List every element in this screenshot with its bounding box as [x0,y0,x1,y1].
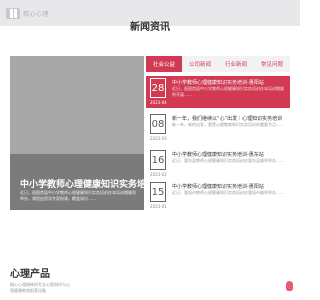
tab-social-welfare[interactable]: 社会公益 [146,56,182,72]
news-item[interactable]: 16 2023-02 中小学教师心理健康知识实务培训-惠东站 近日，惠东县教师心… [146,148,290,180]
news-item[interactable]: 28 2023-04 中小学教师心理健康知识实务培训-惠阳站 近日，祖国首届中小… [146,76,290,108]
logo-text: 精心心理 [23,11,50,18]
products-section-desc: 精心心理精神科专业心理测评与心理健康教育配套设备 [10,282,70,293]
news-desc: 新一年，新的出发，更是心理教育知识实务培训的重要节点…… [172,122,284,127]
featured-news-title[interactable]: 中小学教师心理健康知识实务培训 [20,177,144,190]
news-title[interactable]: 中小学教师心理健康知识实务培训-惠东站 [172,151,286,158]
featured-news-desc: 近日，祖国首届中小学教师心理健康知识实务培训在本培训期顺利举办。课程由资深专家授… [20,190,136,201]
news-tabs: 社会公益 公司新闻 行业新闻 常见问题 [146,56,290,72]
tab-company-news[interactable]: 公司新闻 [182,56,218,72]
news-date-day: 28 [150,78,166,98]
news-date-year: 2023-02 [150,172,167,177]
floating-contact-button[interactable] [286,281,293,291]
news-desc: 近日，惠阳市教师心理健康知识实务培训在惠阳市顺利举办…… [172,190,284,195]
news-date-year: 2023-01 [150,204,167,209]
news-desc: 近日，祖国首届中小学教师心理健康知识实务培训在本培训期顺利开展…… [172,86,284,97]
products-section-title: 心理产品 [10,269,50,280]
tab-faq[interactable]: 常见问题 [254,56,290,72]
news-date-day: 08 [150,114,166,134]
news-item[interactable]: 08 2023-03 新一年，我们继续以“心”出发｜心理知识实务培训 新一年，新… [146,112,290,144]
news-section-title: 新闻资讯 [130,22,170,33]
news-date-year: 2023-04 [150,100,167,105]
news-desc: 近日，惠东县教师心理健康知识实务培训在惠东县顺利举办…… [172,158,284,163]
news-title[interactable]: 新一年，我们继续以“心”出发｜心理知识实务培训 [172,115,286,122]
news-title[interactable]: 中小学教师心理健康知识实务培训-惠阳站 [172,183,286,190]
news-title[interactable]: 中小学教师心理健康知识实务培训-惠阳站 [172,79,286,86]
news-date-day: 16 [150,150,166,170]
tab-industry-news[interactable]: 行业新闻 [218,56,254,72]
news-item[interactable]: 15 2023-01 中小学教师心理健康知识实务培训-惠阳站 近日，惠阳市教师心… [146,180,290,212]
news-date-day: 15 [150,182,166,202]
news-date-year: 2023-03 [150,136,167,141]
